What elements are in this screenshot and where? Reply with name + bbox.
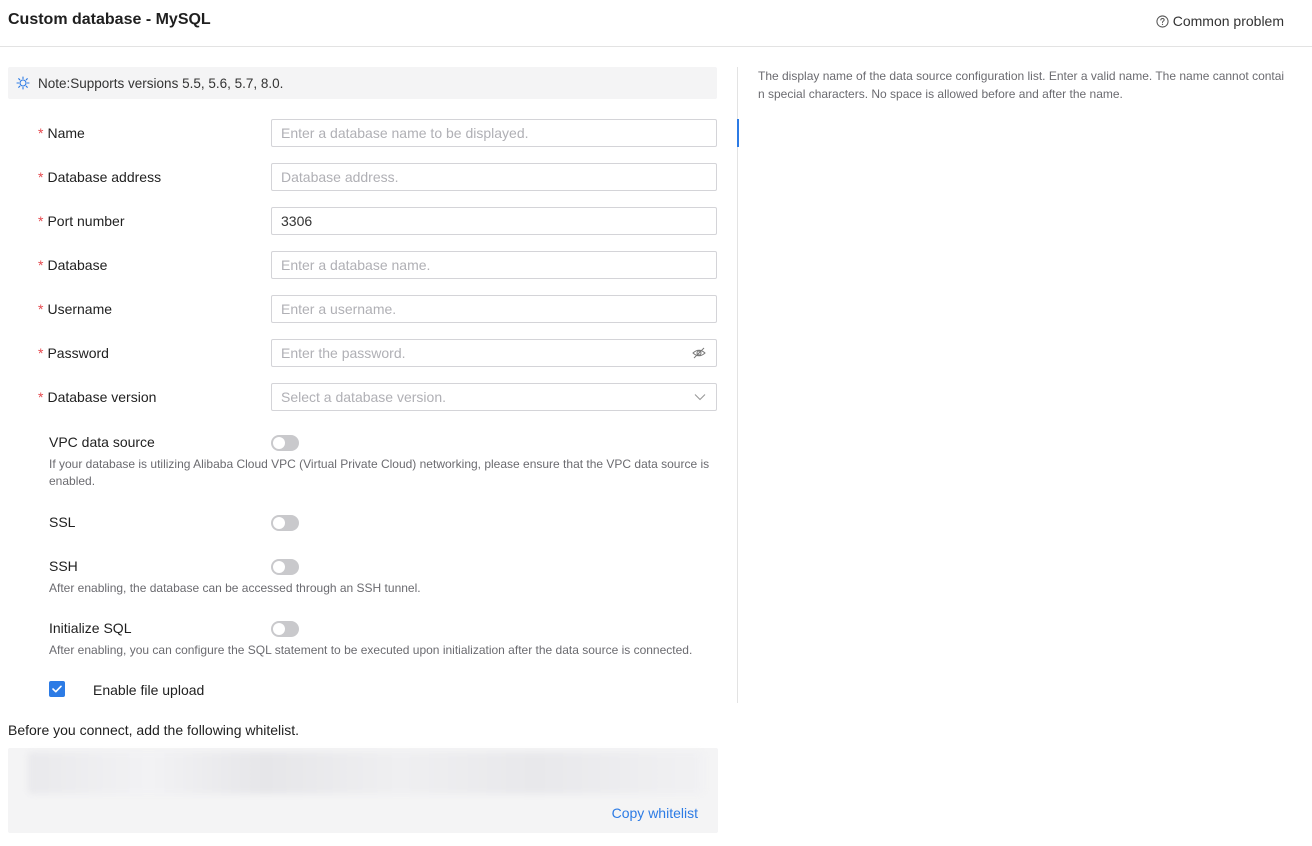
lightbulb-icon (16, 76, 30, 90)
required-marker: * (38, 345, 44, 361)
password-label: * Password (38, 345, 109, 361)
port-input[interactable] (271, 207, 717, 235)
file-upload-label: Enable file upload (93, 682, 205, 698)
address-label: * Database address (38, 169, 162, 185)
field-help-text: The display name of the data source conf… (758, 69, 1285, 101)
checkmark-icon (52, 685, 62, 693)
ssl-label: SSL (49, 514, 76, 530)
version-select[interactable]: Select a database version. (271, 383, 717, 411)
common-problem-link[interactable]: Common problem (1156, 13, 1284, 29)
port-label: * Port number (38, 213, 125, 229)
vpc-toggle[interactable] (271, 435, 299, 451)
required-marker: * (38, 213, 44, 229)
page-title: Custom database - MySQL (8, 11, 211, 28)
name-label: * Name (38, 125, 85, 141)
required-marker: * (38, 389, 44, 405)
name-row: * Name (0, 119, 717, 147)
whitelist-box: Copy whitelist (8, 748, 718, 833)
database-label: * Database (38, 257, 108, 273)
database-row: * Database (0, 251, 717, 279)
version-row: * Database version Select a database vers… (0, 383, 717, 411)
version-note: Note:Supports versions 5.5, 5.6, 5.7, 8.… (8, 67, 717, 99)
required-marker: * (38, 125, 44, 141)
common-problem-label: Common problem (1172, 13, 1284, 29)
password-row: * Password (0, 339, 717, 367)
chevron-down-icon (694, 394, 706, 401)
whitelist-title: Before you connect, add the following wh… (8, 722, 300, 738)
page-header: Custom database - MySQL Common problem (0, 0, 1312, 47)
init-sql-hint: After enabling, you can configure the SQ… (49, 643, 693, 657)
file-upload-checkbox[interactable] (49, 681, 65, 697)
address-row: * Database address (0, 163, 717, 191)
ssh-label: SSH (49, 558, 78, 574)
init-sql-label: Initialize SQL (49, 620, 132, 636)
username-input[interactable] (271, 295, 717, 323)
vpc-hint: If your database is utilizing Alibaba Cl… (49, 457, 710, 488)
address-input[interactable] (271, 163, 717, 191)
password-input[interactable] (271, 339, 717, 367)
ssl-toggle[interactable] (271, 515, 299, 531)
ssh-hint: After enabling, the database can be acce… (49, 581, 421, 595)
required-marker: * (38, 257, 44, 273)
username-label: * Username (38, 301, 113, 317)
required-marker: * (38, 169, 44, 185)
name-input[interactable] (271, 119, 717, 147)
username-row: * Username (0, 295, 717, 323)
version-note-text: Note:Supports versions 5.5, 5.6, 5.7, 8.… (38, 75, 284, 91)
ssh-toggle[interactable] (271, 559, 299, 575)
required-marker: * (38, 301, 44, 317)
database-input[interactable] (271, 251, 717, 279)
version-label: * Database version (38, 389, 157, 405)
vpc-label: VPC data source (49, 434, 155, 450)
port-row: * Port number (0, 207, 717, 235)
active-field-indicator (737, 119, 739, 147)
eye-off-icon[interactable] (692, 346, 706, 360)
copy-whitelist-link[interactable]: Copy whitelist (612, 805, 698, 821)
whitelist-ip-list-redacted (28, 752, 704, 794)
init-sql-toggle[interactable] (271, 621, 299, 637)
panel-divider (737, 67, 738, 703)
version-select-placeholder: Select a database version. (281, 389, 446, 405)
question-circle-icon (1156, 14, 1169, 28)
